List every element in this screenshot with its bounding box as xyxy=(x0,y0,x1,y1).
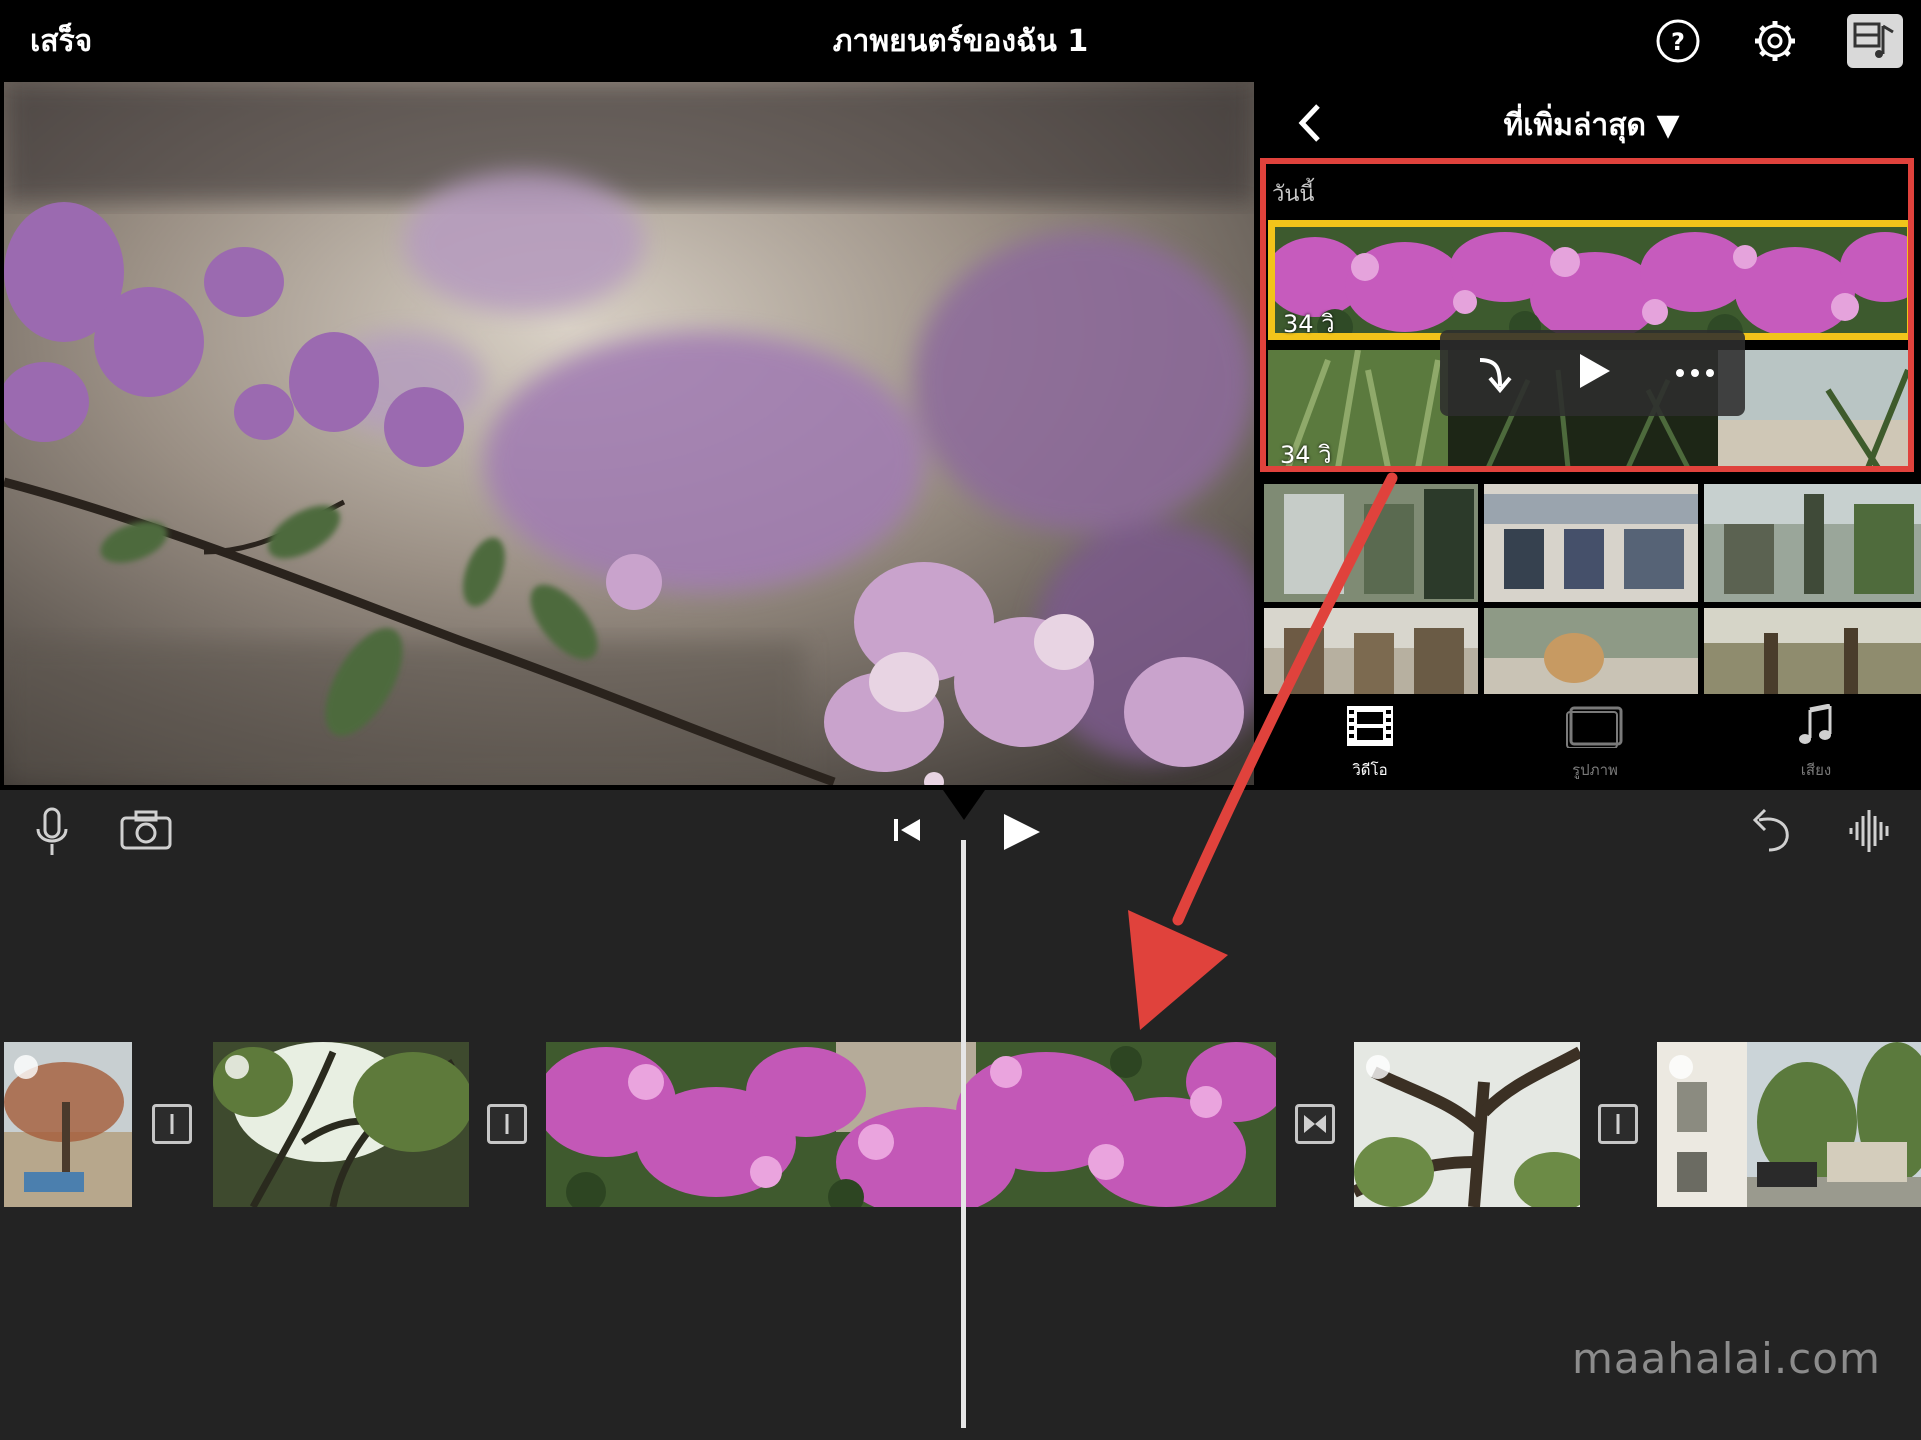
photo-icon xyxy=(1566,706,1623,749)
help-icon[interactable]: ? xyxy=(1653,16,1703,66)
tab-label: รูปภาพ xyxy=(1572,761,1618,779)
playhead-marker xyxy=(943,790,985,820)
tab-photos[interactable]: รูปภาพ xyxy=(1495,704,1695,782)
playhead-line[interactable] xyxy=(961,840,966,1428)
microphone-icon[interactable] xyxy=(30,805,74,859)
undo-icon[interactable] xyxy=(1745,808,1795,854)
skip-to-start-icon[interactable] xyxy=(890,815,926,845)
tab-label: วิดีโอ xyxy=(1352,761,1388,779)
clip-duration: 34 วิ xyxy=(1283,310,1335,338)
media-grid-row xyxy=(1264,484,1921,602)
svg-text:?: ? xyxy=(1671,28,1685,56)
play-icon[interactable] xyxy=(1000,810,1044,854)
project-title: ภาพยนตร์ของฉัน 1 xyxy=(832,24,1089,59)
tab-label: เสียง xyxy=(1800,761,1832,779)
clip-duration: 34 วิ xyxy=(1280,441,1332,469)
camera-icon[interactable] xyxy=(118,808,174,852)
transition-button[interactable] xyxy=(487,1104,527,1144)
film-icon xyxy=(1347,706,1393,746)
media-grid-row xyxy=(1264,608,1921,694)
timeline-clip[interactable] xyxy=(4,1042,132,1207)
tab-audio[interactable]: เสียง xyxy=(1716,703,1916,782)
music-note-icon xyxy=(1799,703,1832,744)
play-icon[interactable] xyxy=(1568,346,1618,396)
timeline-clip-selected-flowers[interactable] xyxy=(546,1042,1276,1207)
timeline-clip[interactable] xyxy=(1657,1042,1921,1207)
recently-added-filter[interactable]: ที่เพิ่มล่าสุด ▼ xyxy=(1262,102,1921,149)
clip-actions-popover xyxy=(1440,330,1745,416)
transition-button[interactable] xyxy=(1598,1104,1638,1144)
transition-cross-dissolve-button[interactable] xyxy=(1295,1104,1335,1144)
audio-waveform-icon[interactable] xyxy=(1845,808,1895,854)
watermark: maahalai.com xyxy=(1572,1334,1881,1383)
media-library-toggle-icon[interactable] xyxy=(1847,14,1903,68)
settings-icon[interactable] xyxy=(1750,16,1800,66)
transition-button[interactable] xyxy=(152,1104,192,1144)
highlight-annotation xyxy=(1260,158,1914,472)
add-to-project-icon[interactable] xyxy=(1468,348,1518,398)
timeline-clip[interactable] xyxy=(1354,1042,1580,1207)
more-icon[interactable] xyxy=(1670,348,1720,398)
timeline-clip[interactable] xyxy=(213,1042,469,1207)
video-preview xyxy=(4,82,1254,785)
tab-video[interactable]: วิดีโอ xyxy=(1270,704,1470,782)
section-today-label: วันนี้ xyxy=(1272,182,1315,207)
